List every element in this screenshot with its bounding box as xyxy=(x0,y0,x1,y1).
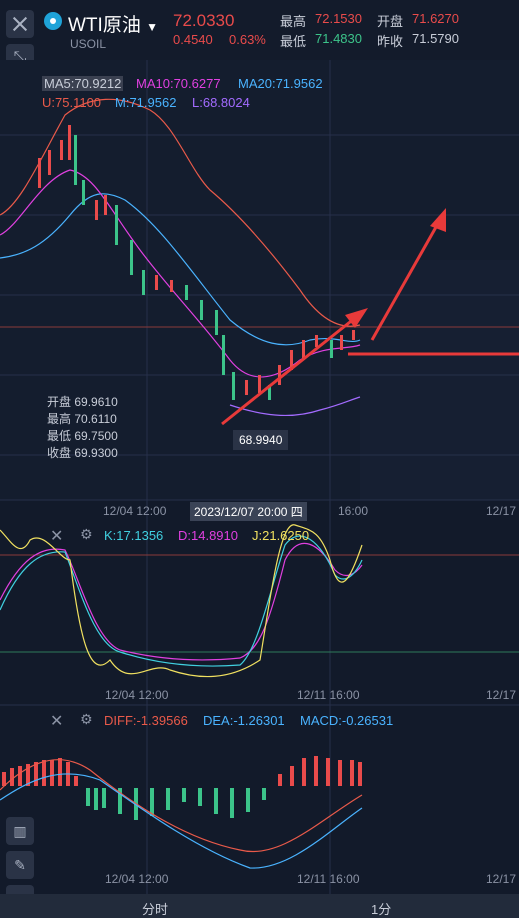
ohlc-readout: 开盘 69.9610 最高 70.6110 最低 69.7500 收盘 69.9… xyxy=(47,395,118,460)
tab-timeshare[interactable]: 分时 xyxy=(142,899,168,918)
time-label-2: 16:00 xyxy=(338,504,369,518)
macd-diff-line xyxy=(0,773,363,869)
bottom-tab-bar xyxy=(0,894,519,918)
macd-close-icon[interactable]: ✕ xyxy=(50,711,63,731)
macd-time-2: 12/11 16:00 xyxy=(297,872,360,886)
ma20-legend: MA20:71.9562 xyxy=(238,76,323,91)
stat-high-value: 72.1530 xyxy=(315,11,362,26)
macd-time-1: 12/04 12:00 xyxy=(105,872,169,886)
stat-open-value: 71.6270 xyxy=(412,11,459,26)
symbol-title[interactable]: WTI原油 ▼ xyxy=(68,10,158,37)
close-icon[interactable] xyxy=(6,10,34,38)
stat-high-label: 最高 xyxy=(280,14,307,29)
macd-histogram xyxy=(2,756,362,820)
stat-low-value: 71.4830 xyxy=(315,31,362,46)
macd-dea-line xyxy=(0,759,363,853)
low-price-marker: 68.9940 xyxy=(233,430,289,450)
price-change: 0.4540 xyxy=(173,32,213,47)
draw-pen-icon[interactable]: ✎ xyxy=(6,851,34,879)
stat-low-label: 最低 xyxy=(280,34,307,49)
kdj-settings-icon[interactable]: ⚙ xyxy=(80,526,93,543)
kdj-j-line xyxy=(0,524,363,678)
kdj-k-line xyxy=(0,535,363,667)
price-change-pct: 0.63% xyxy=(229,32,266,47)
kdj-time-2: 12/11 16:00 xyxy=(297,688,360,702)
boll-mid-legend: M:71.9562 xyxy=(115,95,177,110)
kdj-time-1: 12/04 12:00 xyxy=(105,688,169,702)
kdj-d-line xyxy=(0,542,363,661)
macd-value-legend: MACD:-0.26531 xyxy=(300,713,394,728)
symbol-logo-icon xyxy=(44,12,62,30)
macd-diff-legend: DIFF:-1.39566 xyxy=(104,713,188,728)
boll-lower-legend: L:68.8024 xyxy=(192,95,250,110)
macd-dea-legend: DEA:-1.26301 xyxy=(203,713,285,728)
ma5-legend: MA5:70.9212 xyxy=(42,76,124,91)
kdj-close-icon[interactable]: ✕ xyxy=(50,526,63,546)
boll-upper-legend: U:75.1100 xyxy=(42,95,102,110)
macd-settings-icon[interactable]: ⚙ xyxy=(80,711,93,728)
stat-prevclose-label: 昨收 xyxy=(377,34,404,49)
dropdown-caret-icon[interactable]: ▼ xyxy=(146,20,158,34)
kdj-time-3: 12/17 xyxy=(486,688,517,702)
kdj-d-legend: D:14.8910 xyxy=(178,528,238,543)
crosshair-time: 2023/12/07 20:00 四 xyxy=(190,502,307,521)
kdj-k-legend: K:17.1356 xyxy=(104,528,164,543)
time-label-3: 12/17 xyxy=(486,504,517,518)
symbol-code: USOIL xyxy=(70,37,107,51)
stat-open-label: 开盘 xyxy=(377,14,404,29)
chart-canvas[interactable] xyxy=(0,60,519,894)
tab-1min[interactable]: 1分 xyxy=(371,899,391,918)
ma10-legend: MA10:70.6277 xyxy=(136,76,221,91)
time-label-1: 12/04 12:00 xyxy=(103,504,167,518)
stat-prevclose-value: 71.5790 xyxy=(412,31,459,46)
kdj-j-legend: J:21.6250 xyxy=(252,528,310,543)
macd-time-3: 12/17 xyxy=(486,872,517,886)
last-price: 72.0330 xyxy=(173,11,235,30)
candle-style-icon[interactable]: ▥ xyxy=(6,817,34,845)
